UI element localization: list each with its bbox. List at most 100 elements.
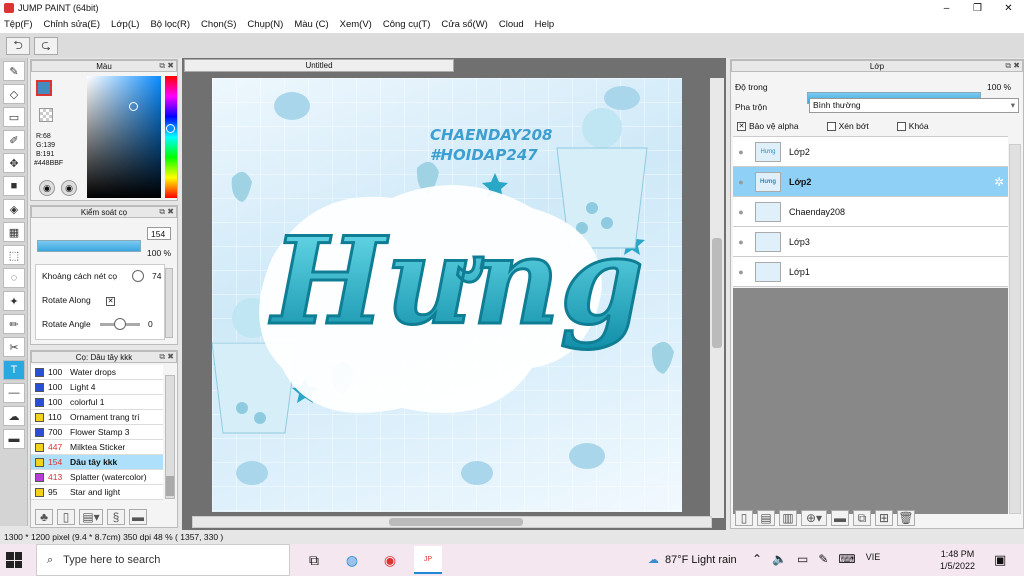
menu-edit[interactable]: Chỉnh sửa(E) — [44, 19, 101, 30]
clip-checkbox[interactable]: Xén bớt — [826, 121, 869, 131]
menu-filter[interactable]: Bộ lọc(R) — [150, 19, 190, 30]
pen-tool-icon[interactable]: ✐ — [3, 130, 25, 150]
misc-tool-icon[interactable]: ▬ — [3, 429, 25, 449]
brush-folder-icon[interactable]: ▬ — [129, 509, 147, 525]
canvas[interactable]: Hưng CHAENDAY208 #HOIDAP247 — [212, 78, 682, 512]
new-layer-1bit-icon[interactable]: ▥ — [779, 510, 797, 526]
visibility-icon[interactable]: ● — [733, 147, 749, 157]
menu-capture[interactable]: Chụp(N) — [247, 19, 283, 30]
redo-button[interactable]: ⮎ — [34, 37, 58, 55]
bucket-tool-icon[interactable]: ◈ — [3, 199, 25, 219]
brush-menu-icon[interactable]: ▤▾ — [79, 509, 103, 525]
layer-list-scrollbar[interactable] — [1009, 144, 1021, 514]
brush-list-item[interactable]: 154 Dâu tây kkk — [31, 455, 163, 470]
maximize-button[interactable]: ❐ — [962, 0, 993, 16]
gradient-tool-icon[interactable]: ▦ — [3, 222, 25, 242]
new-layer-8bit-icon[interactable]: ▤ — [757, 510, 775, 526]
chevron-up-icon[interactable]: ⌃ — [752, 552, 762, 566]
blend-mode-select[interactable]: Bình thường ▾ — [809, 98, 1019, 113]
horizontal-scroll-thumb[interactable] — [389, 518, 523, 526]
brush-size-value[interactable]: 154 — [147, 227, 171, 240]
menu-window[interactable]: Cửa sổ(W) — [441, 19, 487, 30]
selection-pen-tool-icon[interactable]: ✏ — [3, 314, 25, 334]
divider-tool-icon[interactable]: — — [3, 383, 25, 403]
brush-size-slider[interactable] — [37, 240, 141, 252]
weather-widget[interactable]: ☁ 87°F Light rain — [648, 553, 737, 567]
text-tool-icon[interactable]: T — [3, 360, 25, 380]
notification-icon[interactable]: ▣ — [994, 552, 1006, 568]
duplicate-layer-icon[interactable]: ⧉ — [853, 510, 871, 526]
new-layer-icon[interactable]: ▯ — [735, 510, 753, 526]
spacing-knob[interactable] — [132, 270, 144, 282]
menu-help[interactable]: Help — [535, 19, 555, 30]
panel-close-icon[interactable]: ⧉ ✖ — [159, 352, 174, 362]
selection-eraser-tool-icon[interactable]: ✂ — [3, 337, 25, 357]
palette-icon[interactable]: ◉ — [39, 180, 55, 196]
edge-icon[interactable]: ◍ — [338, 546, 366, 574]
menu-select[interactable]: Chọn(S) — [201, 19, 236, 30]
layer-row[interactable]: ● Hưng Lớp2 ✲ — [733, 167, 1008, 197]
brush-list-scrollbar[interactable] — [165, 375, 175, 499]
new-brush-icon[interactable]: ▯ — [57, 509, 75, 525]
layer-row[interactable]: ● Chaenday208 — [733, 197, 1008, 227]
layer-row[interactable]: ● Lớp1 — [733, 257, 1008, 287]
select-rect-tool-icon[interactable]: ⬚ — [3, 245, 25, 265]
magic-wand-tool-icon[interactable]: ✦ — [3, 291, 25, 311]
menu-file[interactable]: Tệp(F) — [4, 19, 33, 30]
close-button[interactable]: ✕ — [993, 0, 1024, 16]
transparent-color-swatch[interactable] — [39, 108, 53, 122]
visibility-icon[interactable]: ● — [733, 177, 749, 187]
color-history-icon[interactable]: ◉ — [61, 180, 77, 196]
visibility-icon[interactable]: ● — [733, 267, 749, 277]
pen-menu-icon[interactable]: ✎ — [818, 552, 828, 566]
brush-tree-icon[interactable]: ♣ — [35, 509, 53, 525]
rotate-along-checkbox[interactable]: ✕ — [106, 295, 115, 306]
menu-color[interactable]: Màu (C) — [294, 19, 328, 30]
main-color-swatch[interactable] — [36, 80, 52, 96]
network-icon[interactable]: ▭ — [797, 552, 808, 566]
brush-list-item[interactable]: 447 Milktea Sticker — [31, 440, 163, 455]
lock-checkbox[interactable]: Khóa — [896, 121, 929, 131]
minimize-button[interactable]: – — [931, 0, 962, 16]
lasso-tool-icon[interactable]: ◌ — [3, 268, 25, 288]
merge-layer-icon[interactable]: ⊞ — [875, 510, 893, 526]
language-indicator[interactable]: VIE — [866, 552, 881, 566]
visibility-icon[interactable]: ● — [733, 207, 749, 217]
protect-alpha-checkbox[interactable]: ✕ Bảo vệ alpha — [737, 121, 799, 131]
taskbar-search-box[interactable]: ⌕ Type here to search — [36, 544, 290, 576]
layer-menu-icon[interactable]: ⊕▾ — [801, 510, 827, 526]
vertical-scroll-thumb[interactable] — [712, 238, 722, 348]
cloud-tool-icon[interactable]: ☁ — [3, 406, 25, 426]
rect-tool-icon[interactable]: ▭ — [3, 107, 25, 127]
volume-icon[interactable]: 🔈 — [772, 552, 787, 566]
windows-start-icon[interactable] — [6, 552, 22, 568]
rotate-angle-knob[interactable] — [114, 318, 126, 330]
brush-control-scrollbar[interactable] — [165, 268, 173, 338]
keyboard-icon[interactable]: ⌨ — [838, 552, 855, 566]
panel-close-icon[interactable]: ⧉ ✖ — [1005, 61, 1020, 71]
brush-list-item[interactable]: 100 Water drops — [31, 365, 163, 380]
undo-button[interactable]: ⮌ — [6, 37, 30, 55]
menu-view[interactable]: Xem(V) — [340, 19, 372, 30]
brush-list-item[interactable]: 100 colorful 1 — [31, 395, 163, 410]
brush-settings-icon[interactable]: § — [107, 509, 125, 525]
brush-list-item[interactable]: 95 Star and light — [31, 485, 163, 500]
layer-row[interactable]: ● Lớp3 — [733, 227, 1008, 257]
brush-scroll-thumb[interactable] — [166, 476, 174, 496]
layer-folder-icon[interactable]: ▬ — [831, 510, 849, 526]
canvas-horizontal-scrollbar[interactable] — [192, 516, 712, 528]
brush-tool-icon[interactable]: ✎ — [3, 61, 25, 81]
brush-list-item[interactable]: 100 Light 4 — [31, 380, 163, 395]
layer-row[interactable]: ● Hưng Lớp2 — [733, 137, 1008, 167]
task-view-icon[interactable]: ⧉ — [300, 546, 328, 574]
move-tool-icon[interactable]: ✥ — [3, 153, 25, 173]
menu-cloud[interactable]: Cloud — [499, 19, 524, 30]
gear-icon[interactable]: ✲ — [994, 175, 1004, 189]
delete-layer-icon[interactable]: 🗑 — [897, 510, 915, 526]
canvas-tab[interactable]: Untitled — [184, 59, 454, 72]
panel-close-icon[interactable]: ⧉ ✖ — [159, 61, 174, 71]
rotate-angle-slider[interactable] — [100, 318, 140, 330]
jump-paint-taskbar-icon[interactable]: JP — [414, 546, 442, 574]
saturation-value-picker[interactable] — [87, 76, 161, 198]
eraser-tool-icon[interactable]: ◇ — [3, 84, 25, 104]
